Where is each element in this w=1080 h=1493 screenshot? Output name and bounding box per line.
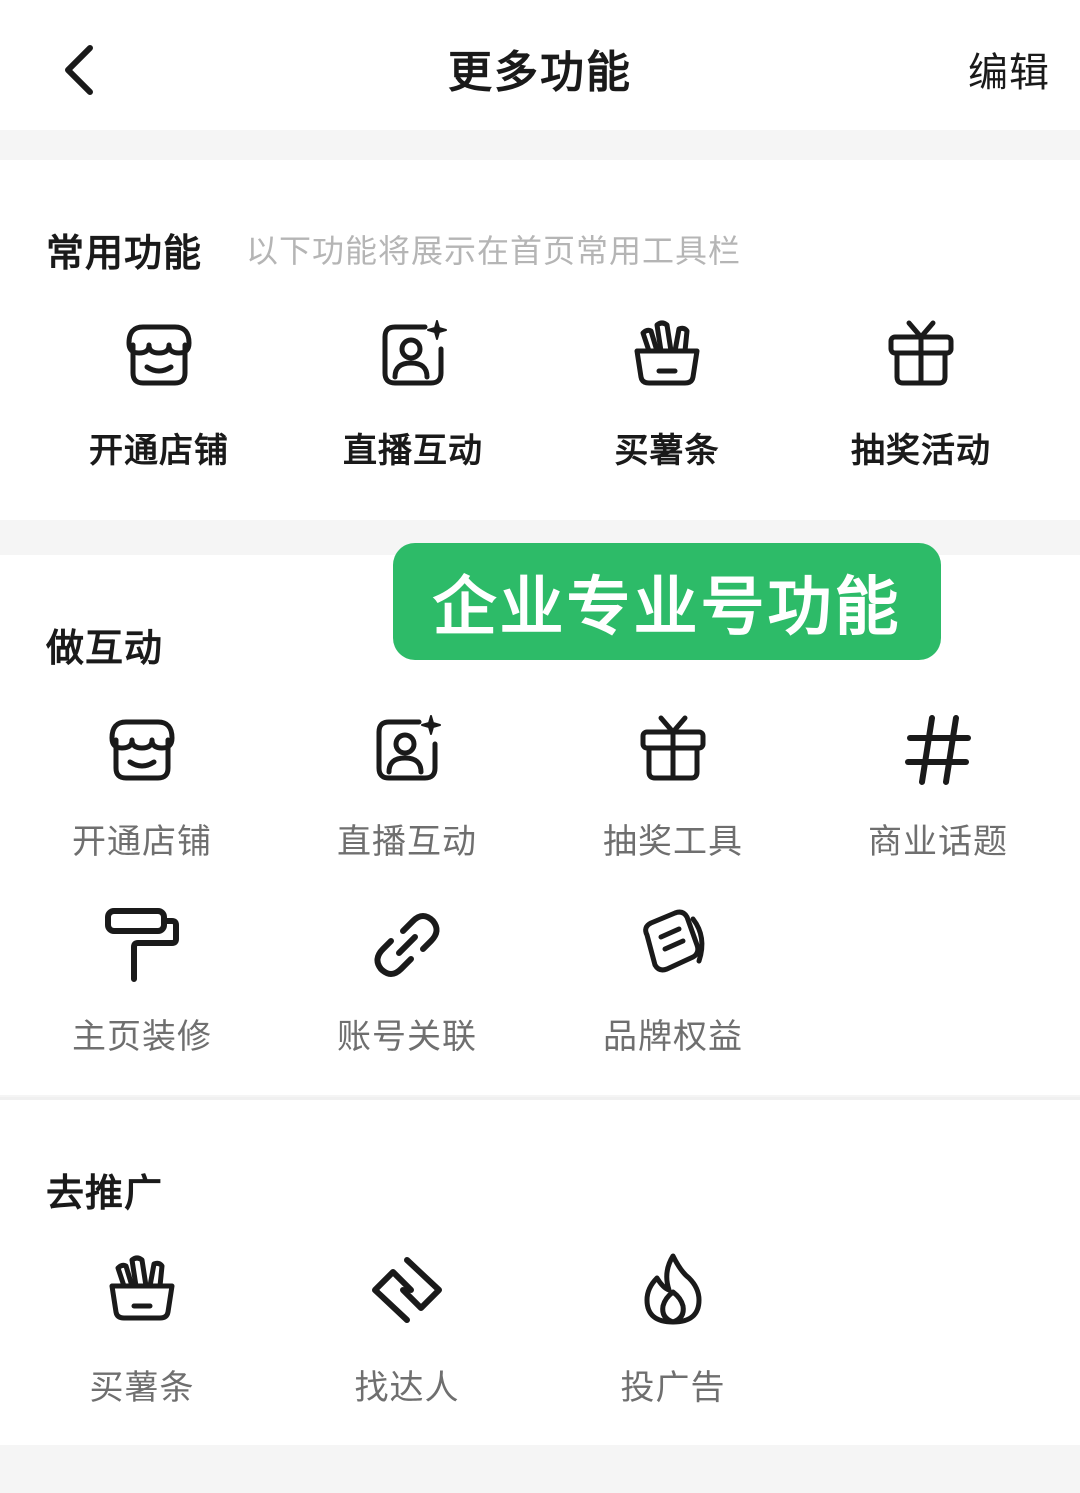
section-title: 做互动 (46, 626, 164, 670)
item-label: 抽奖工具 (603, 822, 743, 862)
promote-item-find-influencer[interactable]: 找达人 (287, 1250, 527, 1430)
item-label: 找达人 (354, 1368, 460, 1408)
item-label: 买薯条 (89, 1368, 195, 1408)
section-title: 常用功能 (46, 231, 203, 275)
item-label: 开通店铺 (72, 822, 212, 862)
promotion-section: 去推广 买薯条 找达人 投广告 (0, 1100, 1080, 1445)
interact-item-business-topic[interactable]: 商业话题 (818, 710, 1058, 890)
store-icon (102, 710, 182, 790)
item-label: 商业话题 (868, 822, 1008, 862)
promote-item-advertise[interactable]: 投广告 (553, 1250, 793, 1430)
coupon-icon (633, 905, 713, 985)
common-item-live-interact[interactable]: 直播互动 (293, 315, 533, 495)
common-features-section: 常用功能 以下功能将展示在首页常用工具栏 开通店铺 直播互动 买薯条 抽奖活动 (0, 160, 1080, 520)
common-item-open-store[interactable]: 开通店铺 (39, 315, 279, 495)
section-title: 去推广 (46, 1171, 164, 1215)
promote-item-buy-fries[interactable]: 买薯条 (22, 1250, 262, 1430)
item-label: 直播互动 (337, 822, 477, 862)
common-item-lottery[interactable]: 抽奖活动 (801, 315, 1041, 495)
item-label: 主页装修 (72, 1017, 212, 1057)
interact-item-brand-rights[interactable]: 品牌权益 (553, 905, 793, 1085)
store-icon (119, 315, 199, 395)
link-icon (367, 905, 447, 985)
handshake-icon (367, 1250, 447, 1330)
gift-icon (881, 315, 961, 395)
item-label: 投广告 (620, 1368, 726, 1408)
item-label: 账号关联 (337, 1017, 477, 1057)
more-features-page: 更多功能 编辑 常用功能 以下功能将展示在首页常用工具栏 开通店铺 直播互动 买… (0, 0, 1080, 1493)
fries-icon (627, 315, 707, 395)
interact-item-account-link[interactable]: 账号关联 (287, 905, 527, 1085)
gift-icon (633, 710, 713, 790)
item-label: 买薯条 (614, 431, 720, 471)
common-item-buy-fries[interactable]: 买薯条 (547, 315, 787, 495)
paint-roller-icon (102, 905, 182, 985)
item-label: 开通店铺 (89, 431, 229, 471)
item-label: 品牌权益 (603, 1017, 743, 1057)
enterprise-feature-badge: 企业专业号功能 (393, 543, 941, 660)
item-label: 直播互动 (343, 431, 483, 471)
fries-icon (102, 1250, 182, 1330)
hashtag-icon (898, 710, 978, 790)
page-title: 更多功能 (448, 47, 632, 98)
section-subtitle: 以下功能将展示在首页常用工具栏 (246, 232, 742, 270)
live-portrait-icon (373, 315, 453, 395)
item-label: 抽奖活动 (851, 431, 991, 471)
interact-item-lottery-tool[interactable]: 抽奖工具 (553, 710, 793, 890)
edit-button[interactable]: 编辑 (968, 40, 1050, 98)
interact-item-homepage-decor[interactable]: 主页装修 (22, 905, 262, 1085)
live-portrait-icon (367, 710, 447, 790)
interact-item-open-store[interactable]: 开通店铺 (22, 710, 262, 890)
top-bar: 更多功能 编辑 (0, 0, 1080, 130)
interact-item-live-interact[interactable]: 直播互动 (287, 710, 527, 890)
flame-icon (633, 1250, 713, 1330)
